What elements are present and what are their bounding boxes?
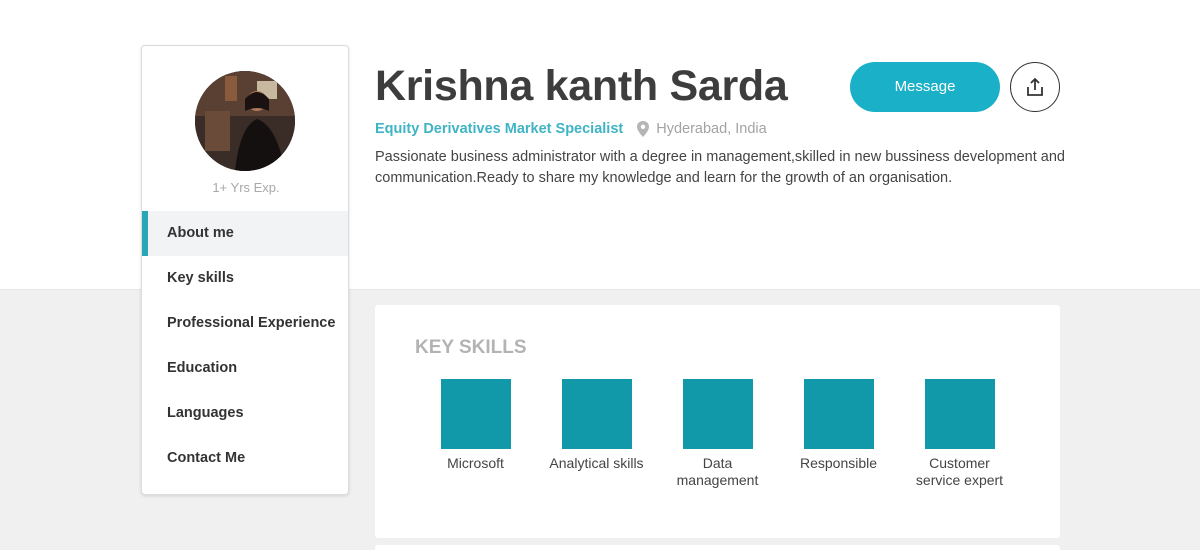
skill-label: Analytical skills bbox=[549, 455, 644, 471]
sidebar-nav: About me Key skills Professional Experie… bbox=[142, 211, 348, 481]
key-skills-card: KEY SKILLS Microsoft Analytical skills D… bbox=[375, 305, 1060, 538]
sidebar-item-professional-experience[interactable]: Professional Experience bbox=[142, 301, 348, 346]
sidebar-item-languages[interactable]: Languages bbox=[142, 391, 348, 436]
skill-label: Customer service expert bbox=[915, 455, 1004, 488]
sidebar-item-key-skills[interactable]: Key skills bbox=[142, 256, 348, 301]
sidebar-item-education[interactable]: Education bbox=[142, 346, 348, 391]
profile-subline: Equity Derivatives Market Specialist Hyd… bbox=[375, 121, 767, 137]
next-section-card bbox=[375, 545, 1060, 550]
skill-label: Responsible bbox=[799, 455, 878, 471]
profile-sidebar: 1+ Yrs Exp. About me Key skills Professi… bbox=[141, 45, 349, 495]
key-skills-heading: KEY SKILLS bbox=[415, 337, 527, 358]
profile-title: Equity Derivatives Market Specialist bbox=[375, 121, 624, 137]
sidebar-item-contact-me[interactable]: Contact Me bbox=[142, 436, 348, 481]
location-pin-icon bbox=[636, 121, 650, 137]
sidebar-item-about-me[interactable]: About me bbox=[142, 211, 348, 256]
key-skills-list: Microsoft Analytical skills Data managem… bbox=[415, 379, 1020, 489]
profile-bio: Passionate business administrator with a… bbox=[375, 149, 1065, 186]
skill-item: Customer service expert bbox=[899, 379, 1020, 489]
skill-item: Microsoft bbox=[415, 379, 536, 489]
skill-label: Microsoft bbox=[447, 455, 504, 471]
skill-tile bbox=[803, 379, 874, 449]
experience-label: 1+ Yrs Exp. bbox=[212, 180, 280, 195]
skill-item: Responsible bbox=[778, 379, 899, 489]
skill-label: Data management bbox=[676, 455, 759, 488]
skill-item: Data management bbox=[657, 379, 778, 489]
avatar bbox=[195, 71, 295, 171]
share-button[interactable] bbox=[1010, 62, 1060, 112]
profile-location: Hyderabad, India bbox=[656, 121, 767, 137]
skill-tile bbox=[561, 379, 632, 449]
skill-tile bbox=[924, 379, 995, 449]
skill-tile bbox=[682, 379, 753, 449]
share-icon bbox=[1027, 78, 1043, 96]
message-button[interactable]: Message bbox=[850, 62, 1000, 112]
skill-item: Analytical skills bbox=[536, 379, 657, 489]
avatar-photo bbox=[195, 71, 295, 171]
skill-tile bbox=[440, 379, 511, 449]
profile-name: Krishna kanth Sarda bbox=[375, 62, 788, 110]
